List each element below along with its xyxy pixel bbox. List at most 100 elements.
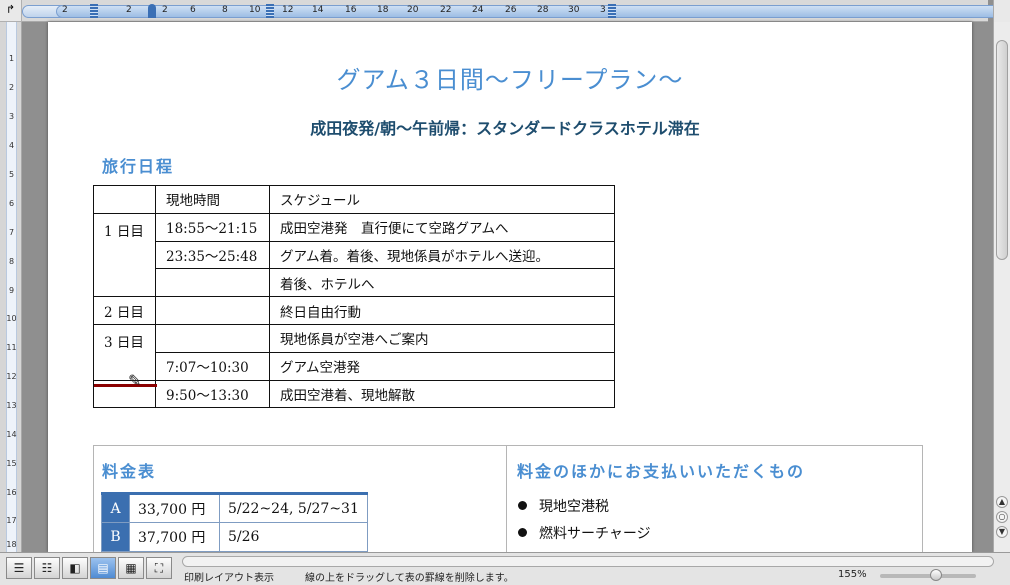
table-row: A 33,700 円 5/22~24, 5/27~31: [101, 493, 368, 523]
ruler-number: 20: [407, 5, 419, 15]
draft-view-icon[interactable]: ☰: [6, 557, 32, 579]
horizontal-ruler[interactable]: 2 2 2 6 8 10 12 14 16 18 20 22 24 26 28 …: [22, 0, 1000, 22]
table-cell[interactable]: 現地係員が空港へご案内: [269, 323, 615, 353]
ruler-number: 16: [6, 488, 17, 497]
ruler-number: 18: [6, 540, 17, 549]
split-view-button[interactable]: [993, 0, 1010, 22]
ruler-number: 8: [222, 5, 228, 15]
ruler-number: 4: [8, 141, 15, 150]
table-cell[interactable]: スケジュール: [269, 185, 615, 214]
ruler-text-area: [56, 5, 1000, 18]
outline-view-icon[interactable]: ☷: [34, 557, 60, 579]
fee-dates[interactable]: 5/22~24, 5/27~31: [219, 493, 368, 523]
fee-table[interactable]: A 33,700 円 5/22~24, 5/27~31 B 37,700 円 5…: [101, 492, 368, 552]
ruler-number: 14: [6, 430, 17, 439]
ruler-number: 6: [8, 199, 15, 208]
list-item-label: 燃料サーチャージ: [539, 526, 651, 542]
ruler-number: 10: [6, 314, 17, 323]
list-item: 現地空港税: [518, 496, 609, 516]
ruler-number: 1: [8, 54, 15, 63]
ruler-hanging-indent-marker[interactable]: [148, 4, 156, 18]
table-row: 着後、ホテルへ: [94, 268, 615, 298]
publishing-view-icon[interactable]: ◧: [62, 557, 88, 579]
list-item-label: 現地空港税: [539, 499, 609, 515]
fee-label[interactable]: A: [101, 493, 130, 523]
document-page[interactable]: グアム３日間〜フリープラン〜 成田夜発/朝〜午前帰：スタンダードクラスホテル滞在…: [48, 22, 972, 565]
notebook-view-icon[interactable]: ▦: [118, 557, 144, 579]
fee-price[interactable]: 33,700 円: [129, 493, 220, 523]
scrollbar-thumb[interactable]: [996, 40, 1008, 260]
ruler-number: 2: [126, 5, 132, 15]
ruler-number: 30: [568, 5, 580, 15]
zoom-slider[interactable]: [880, 574, 976, 578]
ruler-column-marker[interactable]: [266, 4, 274, 18]
ruler-number: 5: [8, 170, 15, 179]
ruler-number: 18: [377, 5, 389, 15]
ruler-number: 2: [8, 83, 15, 92]
list-item: 燃料サーチャージ: [518, 523, 651, 543]
ruler-number: 13: [6, 401, 17, 410]
table-cell[interactable]: 着後、ホテルへ: [269, 268, 615, 298]
fee-dates[interactable]: 5/26: [219, 522, 368, 552]
ruler-number: 15: [6, 459, 17, 468]
ruler-right-indent-marker[interactable]: [608, 4, 616, 18]
vertical-ruler[interactable]: 1 2 3 4 5 6 7 8 9 10 11 12 13 14 15 16 1…: [0, 22, 22, 552]
scroll-up-icon[interactable]: ▲: [996, 496, 1008, 508]
table-row: 7:07〜10:30 グアム空港発: [94, 351, 615, 381]
table-cell[interactable]: 18:55〜21:15: [155, 212, 270, 242]
horizontal-scrollbar[interactable]: [182, 556, 994, 567]
itinerary-table[interactable]: 現地時間 スケジュール 1 日目 18:55〜21:15 成田空港発 直行便にて…: [93, 185, 615, 409]
ruler-number: 10: [249, 5, 261, 15]
table-cell[interactable]: [93, 185, 156, 214]
ruler-number: 24: [472, 5, 484, 15]
table-cell[interactable]: 3 日目: [93, 323, 156, 381]
table-cell[interactable]: 2 日目: [93, 296, 156, 325]
tab-selector-button[interactable]: ↱: [0, 0, 22, 22]
table-cell[interactable]: [155, 323, 270, 353]
table-cell[interactable]: [155, 296, 270, 325]
table-cell[interactable]: グアム空港発: [269, 351, 615, 381]
table-header-row: 現地時間 スケジュール: [93, 185, 615, 214]
ruler-number: 6: [190, 5, 196, 15]
table-cell[interactable]: [155, 268, 270, 298]
ruler-number: 11: [6, 343, 17, 352]
table-cell[interactable]: 23:35〜25:48: [155, 240, 270, 270]
ruler-number: 22: [440, 5, 452, 15]
table-cell[interactable]: 7:07〜10:30: [155, 351, 270, 381]
fee-price[interactable]: 37,700 円: [129, 522, 220, 552]
zoom-slider-knob[interactable]: [930, 569, 942, 581]
table-cell[interactable]: 成田空港着、現地解散: [269, 379, 615, 409]
table-cell[interactable]: 9:50〜13:30: [155, 379, 270, 409]
print-layout-view-icon[interactable]: ▤: [90, 557, 116, 579]
scroll-down-icon[interactable]: ▼: [996, 526, 1008, 538]
fee-label[interactable]: B: [101, 522, 130, 552]
ruler-number: 2: [62, 5, 68, 15]
table-row: 9:50〜13:30 成田空港着、現地解散: [93, 379, 615, 409]
document-subtitle: 成田夜発/朝〜午前帰：スタンダードクラスホテル滞在: [310, 119, 700, 138]
table-cell[interactable]: 現地時間: [155, 185, 270, 214]
fee-section-divider: [506, 445, 507, 555]
full-screen-view-icon[interactable]: ⛶: [146, 557, 172, 579]
ruler-number: 28: [537, 5, 549, 15]
browse-object-icon[interactable]: ○: [996, 511, 1008, 523]
ruler-number: 12: [282, 5, 294, 15]
table-cell[interactable]: グアム着。着後、現地係員がホテルへ送迎。: [269, 240, 615, 270]
ruler-number: 8: [8, 257, 15, 266]
ruler-number: 2: [162, 5, 168, 15]
ruler-number: 7: [8, 228, 15, 237]
table-cell[interactable]: 終日自由行動: [269, 296, 615, 325]
bullet-icon: [518, 501, 527, 510]
itinerary-heading: 旅行日程: [102, 157, 175, 176]
table-row: 3 日目 現地係員が空港へご案内: [93, 323, 615, 381]
eraser-cursor-icon: ✎: [128, 371, 142, 390]
vertical-scrollbar[interactable]: ▲ ○ ▼: [993, 22, 1010, 552]
ruler-number: 17: [6, 516, 17, 525]
ruler-number: 16: [345, 5, 357, 15]
table-row: 1 日目 18:55〜21:15 成田空港発 直行便にて空路グアムへ: [93, 212, 615, 298]
ruler-number: 26: [505, 5, 517, 15]
table-cell[interactable]: 成田空港発 直行便にて空路グアムへ: [269, 212, 615, 242]
ruler-indent-marker[interactable]: [90, 4, 98, 18]
zoom-level: 155%: [838, 569, 867, 580]
ruler-number: 3: [600, 5, 606, 15]
table-cell[interactable]: 1 日目: [93, 212, 156, 298]
